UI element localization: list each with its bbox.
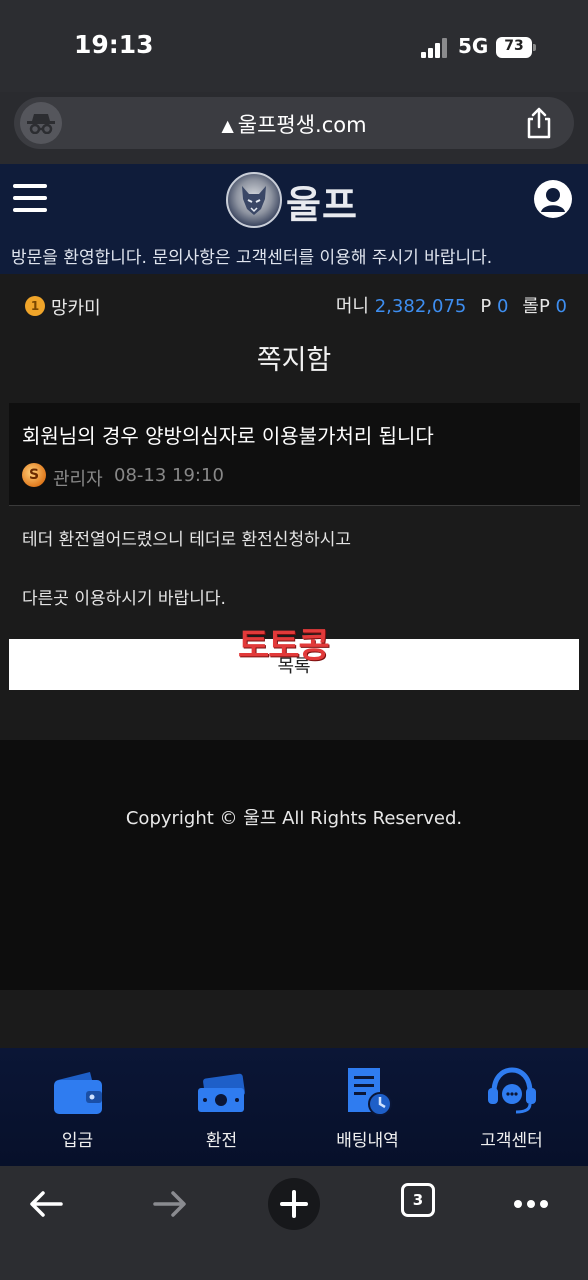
tab-label: 입금	[61, 1131, 94, 1151]
headset-icon	[484, 1064, 540, 1120]
forward-arrow-icon[interactable]	[144, 1178, 196, 1230]
tabs-count-button[interactable]: 3	[401, 1183, 435, 1217]
page-title: 쪽지함	[256, 345, 332, 376]
username: 망카미	[51, 298, 101, 319]
money-value: 2,382,075	[374, 296, 467, 317]
battery-level: 73	[504, 38, 524, 54]
share-icon[interactable]	[522, 106, 556, 140]
level-badge: 1	[25, 296, 45, 316]
money-label: 머니	[335, 296, 369, 317]
message-body-line: 테더 환전열어드렸으니 테더로 환전신청하시고	[22, 530, 352, 550]
welcome-marquee: 방문을 환영합니다. 문의사항은 고객센터를 이용해 주시기 바랍니다.	[11, 248, 493, 268]
receipt-icon	[340, 1064, 396, 1120]
logo-text: 울프	[286, 183, 358, 227]
browser-toolbar: 3	[0, 1166, 588, 1280]
watermark: 토토콩	[238, 626, 330, 666]
status-time: 19:13	[74, 30, 154, 59]
address-bar[interactable]: ▲ 울프평생.com	[14, 97, 574, 149]
new-tab-plus-icon[interactable]	[268, 1178, 320, 1230]
tab-label: 배팅내역	[336, 1131, 399, 1151]
status-bar: 19:13 5G 73	[0, 0, 588, 92]
signal-icon	[421, 38, 449, 58]
network-label: 5G	[458, 34, 489, 58]
wallet-icon	[50, 1064, 106, 1120]
page: 19:13 5G 73 ▲ 울프평생.com 울프 방문을 환영합니다. 문의사…	[0, 0, 588, 1280]
wolf-emblem-icon	[226, 172, 282, 228]
tab-label: 환전	[205, 1131, 238, 1151]
cash-icon	[194, 1064, 250, 1120]
message-header: 회원님의 경우 양방의심자로 이용불가처리 됩니다 S 관리자 08-13 19…	[9, 403, 580, 505]
tab-label: 고객센터	[480, 1131, 543, 1151]
user-account-icon[interactable]	[534, 180, 572, 218]
point-value: 0	[496, 296, 509, 317]
warning-icon: ▲	[221, 116, 234, 135]
site-logo[interactable]: 울프	[226, 172, 366, 228]
url-text: 울프평생.com	[237, 113, 367, 137]
rolling-point-label: 롤P	[522, 296, 550, 317]
tab-deposit[interactable]: 입금	[4, 1048, 151, 1166]
divider	[9, 505, 580, 506]
tab-customer-center[interactable]: 고객센터	[438, 1048, 585, 1166]
point-label: P	[480, 296, 492, 317]
rolling-point-value: 0	[555, 296, 567, 317]
bottom-tab-bar: 입금 환전 배팅내역 고객센터	[0, 1048, 588, 1166]
tab-bet-history[interactable]: 배팅내역	[294, 1048, 441, 1166]
battery-icon: 73	[496, 37, 536, 58]
hamburger-menu-icon[interactable]	[13, 184, 47, 212]
sender-name: 관리자	[53, 469, 103, 490]
back-arrow-icon[interactable]	[20, 1178, 72, 1230]
copyright-text: Copyright © 울프 All Rights Reserved.	[125, 808, 463, 829]
tab-withdraw[interactable]: 환전	[148, 1048, 295, 1166]
message-subject: 회원님의 경우 양방의심자로 이용불가처리 됩니다	[22, 424, 434, 448]
message-body-line: 다른곳 이용하시기 바랍니다.	[22, 589, 226, 609]
balance-row: 머니 2,382,075 P 0 롤P 0	[336, 292, 567, 318]
more-options-icon[interactable]	[505, 1178, 557, 1230]
message-date: 08-13 19:10	[114, 465, 224, 486]
site-header: 울프 방문을 환영합니다. 문의사항은 고객센터를 이용해 주시기 바랍니다.	[0, 164, 588, 274]
footer: Copyright © 울프 All Rights Reserved.	[0, 740, 588, 990]
sender-badge-icon: S	[22, 463, 46, 487]
